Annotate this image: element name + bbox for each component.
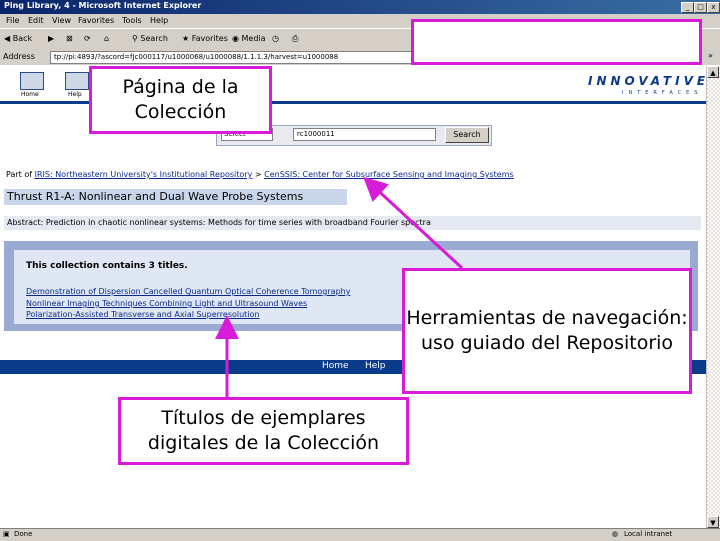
home-icon[interactable]: ⌂ [104, 34, 109, 43]
favorites-button[interactable]: ★ Favorites [182, 34, 228, 43]
site-help-label[interactable]: Help [68, 91, 82, 98]
back-button[interactable]: ◀ Back [4, 34, 32, 43]
zone-text: Local intranet [624, 530, 673, 538]
brand-tagline: INTERFACES [622, 90, 703, 96]
collection-title: Thrust R1-A: Nonlinear and Dual Wave Pro… [4, 189, 347, 205]
menu-favorites[interactable]: Favorites [78, 16, 114, 25]
footer-help-link[interactable]: Help [365, 361, 386, 371]
breadcrumb: Part of IRIS: Northeastern University's … [6, 170, 514, 179]
star-icon: ★ [182, 34, 190, 43]
back-arrow-icon: ◀ [4, 34, 11, 43]
vertical-scrollbar[interactable] [706, 66, 720, 528]
history-icon[interactable]: ◷ [272, 34, 279, 43]
title-list-heading: This collection contains 3 titles. [26, 261, 188, 271]
media-icon: ◉ [232, 34, 239, 43]
refresh-icon[interactable]: ⟳ [84, 34, 91, 43]
menu-file[interactable]: File [6, 16, 19, 25]
page-icon: ▣ [3, 530, 10, 538]
search-icon: ⚲ [132, 34, 138, 43]
search-input[interactable]: rc1000011 [293, 128, 436, 141]
breadcrumb-separator: > [252, 170, 265, 179]
title-list-item[interactable]: Polarization-Assisted Transverse and Axi… [26, 310, 260, 319]
breadcrumb-prefix: Part of [6, 170, 35, 179]
collection-abstract: Abstract: Prediction in chaotic nonlinea… [4, 216, 701, 230]
title-list-item[interactable]: Nonlinear Imaging Techniques Combining L… [26, 299, 307, 308]
menu-view[interactable]: View [52, 16, 71, 25]
scroll-down-icon[interactable]: ▼ [707, 516, 719, 528]
address-label: Address [3, 52, 35, 61]
intranet-icon: ◍ [612, 530, 619, 538]
site-help-icon[interactable] [65, 72, 89, 90]
brand-logo: INNOVATIVE [588, 74, 710, 88]
forward-icon[interactable]: ▶ [48, 34, 54, 43]
search-submit-button[interactable]: Search [445, 127, 489, 143]
search-button[interactable]: ⚲ Search [132, 34, 168, 43]
media-button[interactable]: ◉ Media [232, 34, 266, 43]
callout-navigation-tools: Herramientas de navegación: uso guiado d… [402, 268, 692, 394]
overlay-box [411, 19, 702, 65]
links-chevron-icon[interactable]: » [708, 51, 713, 60]
menu-help[interactable]: Help [150, 16, 168, 25]
site-home-icon[interactable] [20, 72, 44, 90]
status-bar: ▣ Done ◍ Local intranet [0, 528, 720, 541]
breadcrumb-root-link[interactable]: IRIS: Northeastern University's Institut… [35, 170, 253, 179]
address-input[interactable]: tp://pi:4893/?ascord=fJc000117/u1000068/… [50, 51, 413, 64]
footer-home-link[interactable]: Home [322, 361, 349, 371]
close-button[interactable]: x [707, 2, 720, 13]
site-home-label[interactable]: Home [21, 91, 39, 98]
status-text: Done [14, 530, 33, 538]
menu-tools[interactable]: Tools [122, 16, 142, 25]
title-list-item[interactable]: Demonstration of Dispersion Cancelled Qu… [26, 287, 350, 296]
breadcrumb-community-link[interactable]: CenSSIS: Center for Subsurface Sensing a… [264, 170, 514, 179]
minimize-button[interactable]: _ [681, 2, 694, 13]
print-icon[interactable]: ⎙ [292, 34, 298, 44]
callout-collection-page: Página de la Colección [89, 66, 272, 134]
menu-edit[interactable]: Edit [28, 16, 44, 25]
callout-collection-titles: Títulos de ejemplares digitales de la Co… [118, 397, 409, 465]
stop-icon[interactable]: ⊠ [66, 34, 73, 43]
window-title: Ping Library, 4 - Microsoft Internet Exp… [4, 1, 202, 10]
maximize-button[interactable]: □ [694, 2, 707, 13]
